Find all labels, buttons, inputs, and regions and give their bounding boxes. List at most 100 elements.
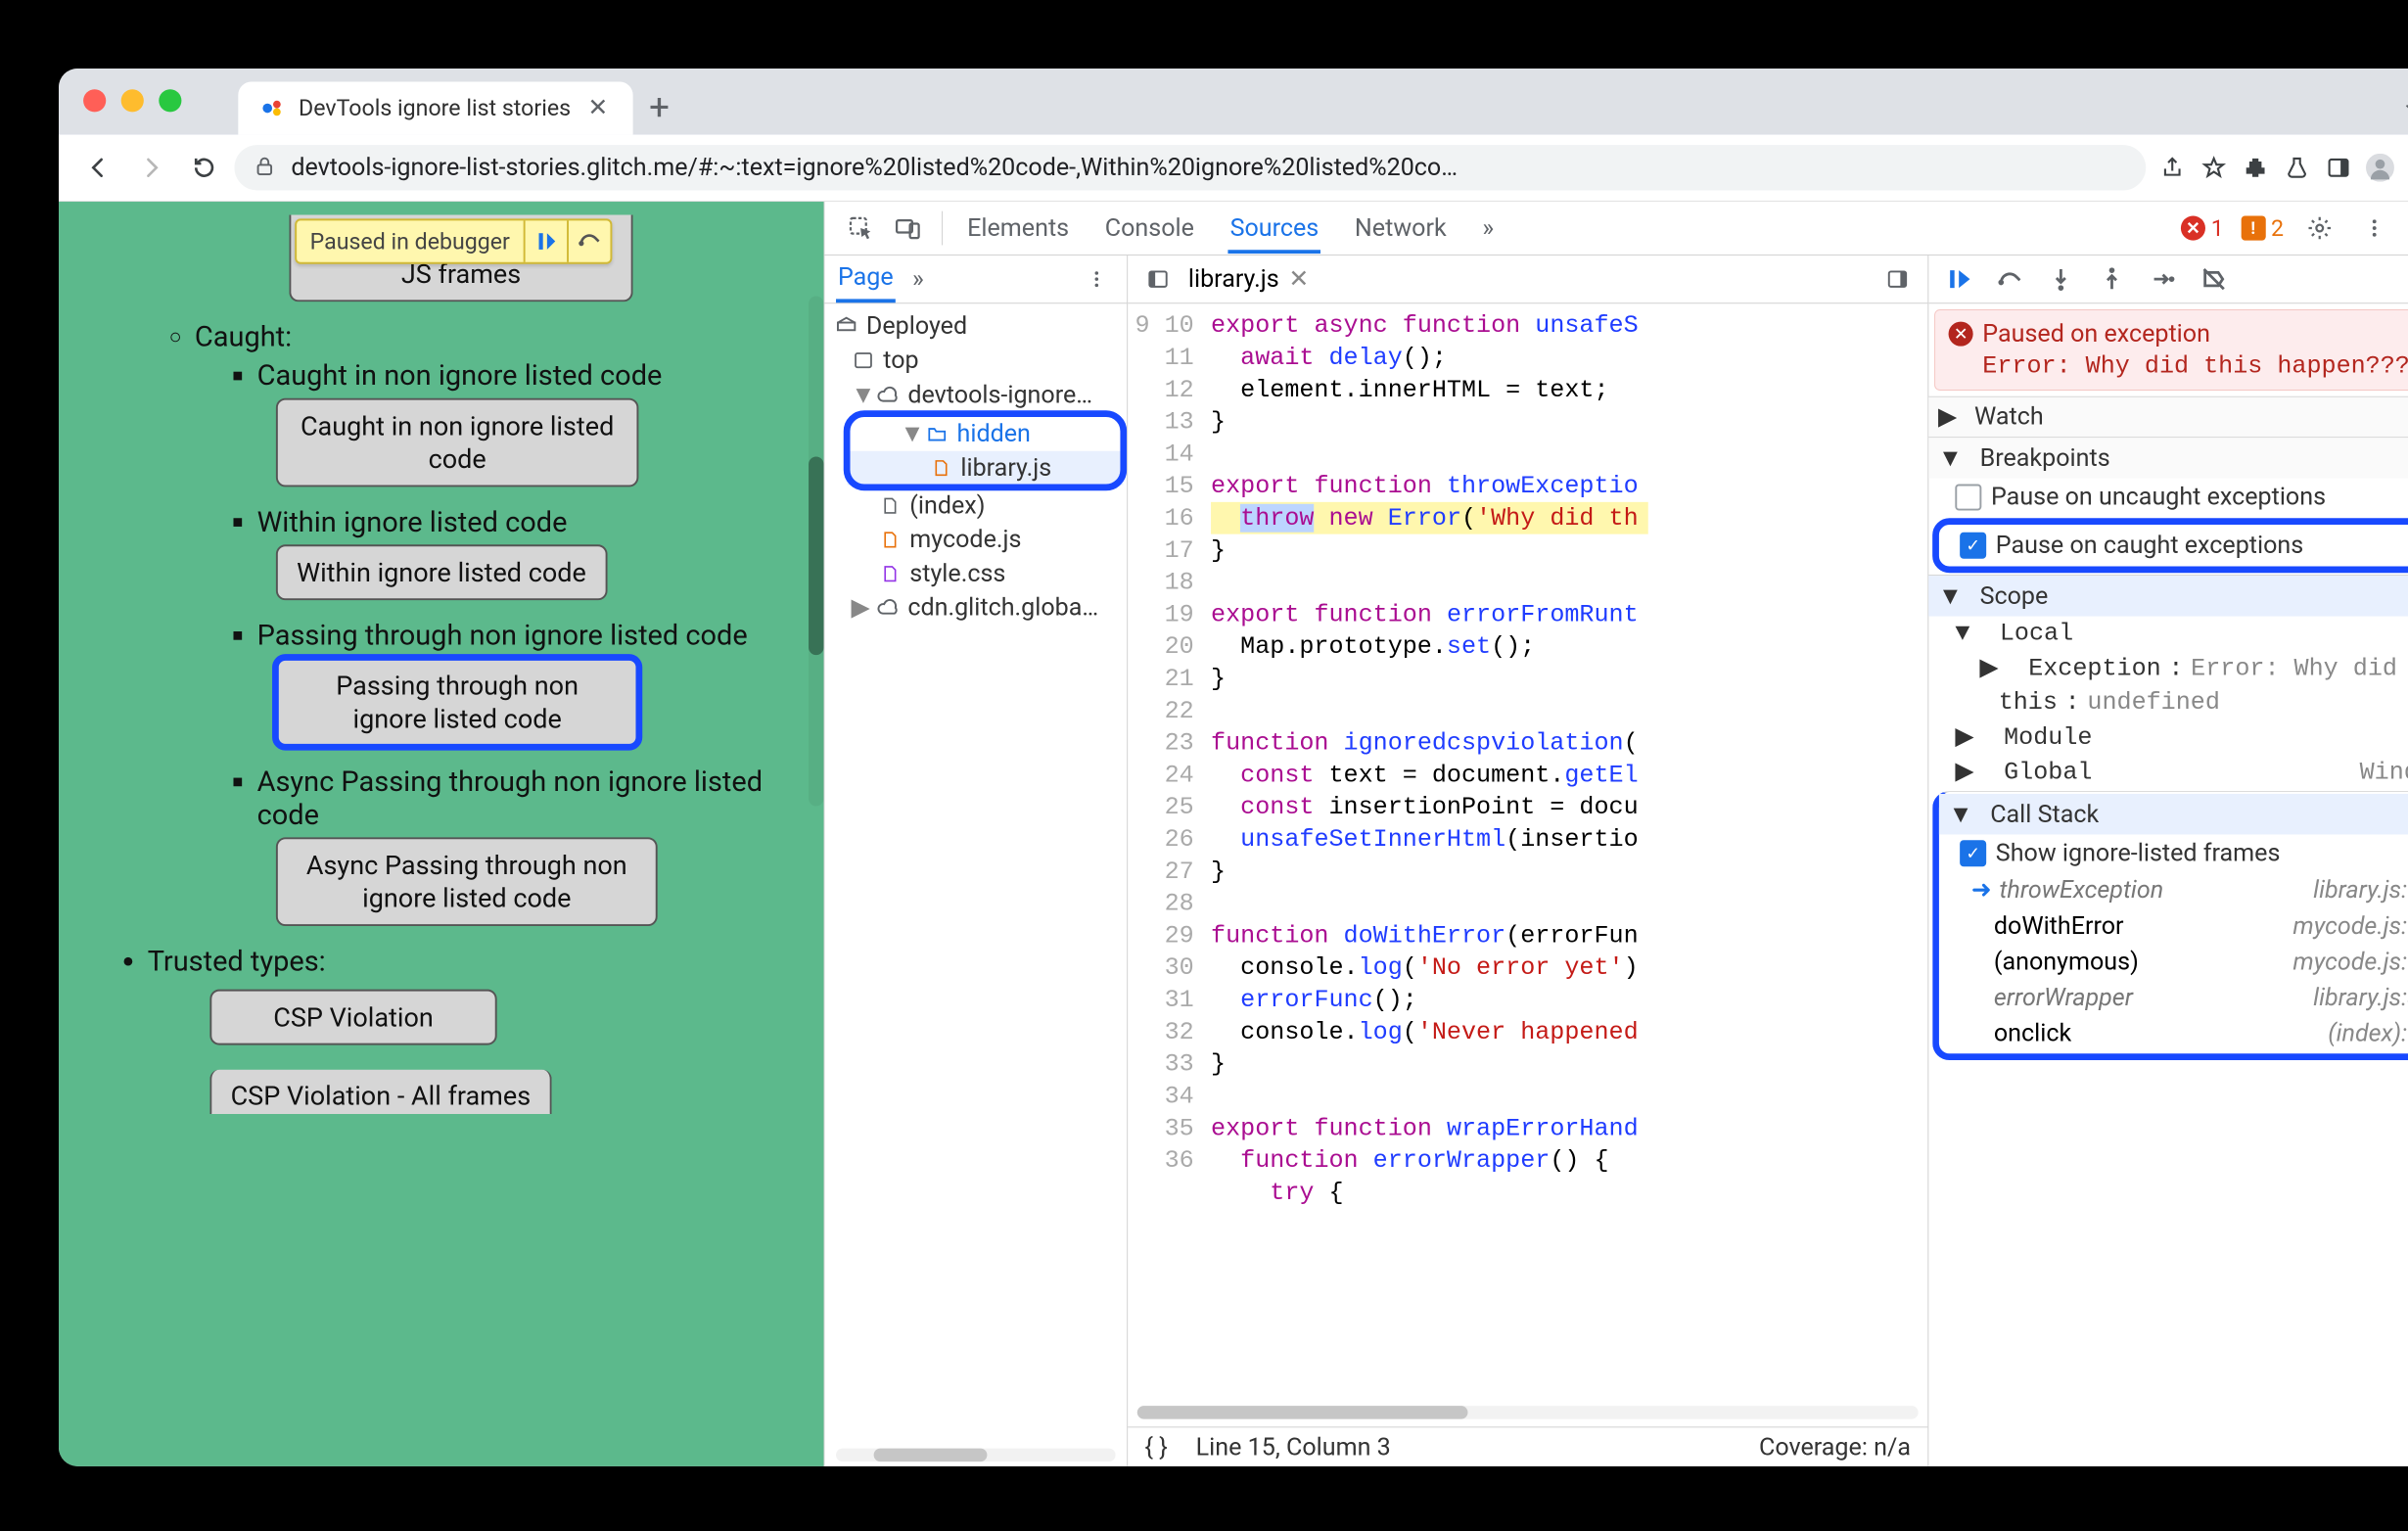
editor-status-bar: { } Line 15, Column 3 Coverage: n/a bbox=[1128, 1426, 1927, 1466]
minimize-window-button[interactable] bbox=[121, 89, 144, 112]
side-panel-button[interactable] bbox=[2320, 149, 2358, 187]
chrome-menu-button[interactable] bbox=[2403, 149, 2408, 187]
nav-tabs-overflow[interactable]: » bbox=[912, 265, 924, 294]
call-stack-frame[interactable]: errorWrapperlibrary.js:37 bbox=[1939, 980, 2408, 1016]
tree-item-mycode[interactable]: mycode.js bbox=[824, 523, 1127, 557]
editor-tab-library[interactable]: library.js ✕ bbox=[1188, 265, 1309, 294]
warning-count[interactable]: !2 bbox=[2241, 215, 2284, 242]
scope-module[interactable]: ▶ Module bbox=[1928, 719, 2408, 755]
step-into-icon[interactable] bbox=[2046, 264, 2076, 295]
close-window-button[interactable] bbox=[83, 89, 106, 112]
maximize-window-button[interactable] bbox=[159, 89, 181, 112]
tree-item-stylecss[interactable]: style.css bbox=[824, 557, 1127, 591]
scope-local[interactable]: ▼ Local bbox=[1928, 617, 2408, 651]
tree-item-deployed[interactable]: Deployed bbox=[824, 309, 1127, 344]
highlighted-bp-caught: ✓ Pause on caught exceptions bbox=[1932, 518, 2408, 573]
step-over-icon[interactable] bbox=[1995, 264, 2025, 295]
forward-button[interactable] bbox=[128, 145, 173, 190]
bookmark-button[interactable] bbox=[2195, 149, 2233, 187]
step-out-icon[interactable] bbox=[2097, 264, 2127, 295]
show-ignored-frames-row[interactable]: ✓ Show ignore-listed frames bbox=[1939, 834, 2408, 872]
css-file-icon bbox=[877, 562, 902, 586]
checkbox-checked-icon[interactable]: ✓ bbox=[1960, 840, 1986, 866]
nav-tab-page[interactable]: Page bbox=[836, 255, 896, 302]
pretty-print-icon[interactable]: { } bbox=[1145, 1433, 1168, 1461]
page-button-async-passing[interactable]: Async Passing through non ignore listed … bbox=[276, 837, 658, 926]
bp-uncaught-row[interactable]: Pause on uncaught exceptions bbox=[1928, 479, 2408, 517]
page-button-csp-violation[interactable]: CSP Violation bbox=[209, 990, 496, 1045]
toggle-debugger-icon[interactable] bbox=[1878, 260, 1917, 299]
cloud-icon bbox=[876, 595, 901, 620]
browser-window: DevTools ignore list stories ✕ + devtool… bbox=[59, 69, 2408, 1466]
bp-caught-row[interactable]: ✓ Pause on caught exceptions bbox=[1939, 527, 2408, 565]
frame-function: throwException bbox=[1999, 876, 2163, 905]
page-button-csp-violation-all[interactable]: CSP Violation - All frames bbox=[209, 1070, 551, 1114]
paused-title: Paused on exception bbox=[1982, 320, 2210, 348]
resume-button[interactable] bbox=[523, 220, 566, 261]
profile-button[interactable] bbox=[2361, 149, 2399, 187]
page-button-passing-through[interactable]: Passing through non ignore listed code bbox=[276, 658, 638, 747]
callstack-section-header[interactable]: ▼ Call Stack bbox=[1939, 794, 2408, 834]
close-file-icon[interactable]: ✕ bbox=[1288, 265, 1309, 294]
call-stack-frame[interactable]: (anonymous)mycode.js:89 bbox=[1939, 944, 2408, 980]
browser-tab-active[interactable]: DevTools ignore list stories ✕ bbox=[238, 82, 632, 135]
settings-icon[interactable] bbox=[2300, 209, 2339, 248]
scope-section-header[interactable]: ▼ Scope bbox=[1928, 576, 2408, 616]
page-button-within-ignore[interactable]: Within ignore listed code bbox=[276, 544, 607, 600]
deactivate-breakpoints-icon[interactable] bbox=[2199, 264, 2229, 295]
device-toolbar-icon[interactable] bbox=[889, 209, 927, 248]
new-tab-button[interactable]: + bbox=[633, 82, 686, 135]
tree-item-library-js[interactable]: library.js bbox=[848, 451, 1124, 486]
toggle-navigator-icon[interactable] bbox=[1139, 260, 1178, 299]
close-tab-button[interactable]: ✕ bbox=[584, 94, 613, 122]
call-stack-frame[interactable]: ➜throwExceptionlibrary.js:15 bbox=[1939, 872, 2408, 908]
checkbox-unchecked-icon[interactable] bbox=[1955, 485, 1981, 511]
more-menu-icon[interactable] bbox=[2355, 209, 2393, 248]
error-count[interactable]: ✕1 bbox=[2181, 215, 2224, 242]
frame-function: doWithError bbox=[1994, 912, 2124, 941]
address-bar[interactable]: devtools-ignore-list-stories.glitch.me/#… bbox=[234, 145, 2146, 190]
devtools-top-bar: Elements Console Sources Network » ✕1 !2 bbox=[824, 202, 2408, 255]
checkbox-checked-icon[interactable]: ✓ bbox=[1960, 533, 1986, 559]
tab-elements[interactable]: Elements bbox=[965, 203, 1071, 254]
scope-exception[interactable]: ▶ Exception: Error: Why did t… bbox=[1928, 650, 2408, 685]
content-area: Paused in debugger WebAssembly trap - no… bbox=[59, 202, 2408, 1466]
page-scrollbar[interactable] bbox=[809, 297, 823, 807]
paused-message: Error: Why did this happen???? bbox=[1949, 351, 2408, 380]
tabs-overflow-button[interactable] bbox=[2385, 82, 2408, 135]
watch-section-header[interactable]: ▶ Watch bbox=[1928, 397, 2408, 438]
tree-item-cdn[interactable]: ▶ cdn.glitch.globa… bbox=[824, 591, 1127, 626]
code-area[interactable]: export async function unsafeS await dela… bbox=[1203, 303, 1927, 1406]
tabs-overflow-button[interactable]: » bbox=[1480, 203, 1496, 254]
pause-banner-text: Paused in debugger bbox=[297, 228, 523, 255]
reload-button[interactable] bbox=[181, 145, 226, 190]
tree-item-index[interactable]: (index) bbox=[824, 488, 1127, 523]
step-icon[interactable] bbox=[2148, 264, 2178, 295]
nav-horizontal-scrollbar[interactable] bbox=[836, 1449, 1116, 1462]
browser-toolbar: devtools-ignore-list-stories.glitch.me/#… bbox=[59, 135, 2408, 203]
extensions-button[interactable] bbox=[2237, 149, 2275, 187]
share-button[interactable] bbox=[2153, 149, 2192, 187]
highlighted-hidden-folder: ▼ hidden library.js bbox=[848, 414, 1124, 487]
call-stack-frame[interactable]: onclick(index):83 bbox=[1939, 1016, 2408, 1052]
labs-button[interactable] bbox=[2278, 149, 2316, 187]
resume-icon[interactable] bbox=[1944, 264, 1974, 295]
inspect-element-icon[interactable] bbox=[842, 209, 880, 248]
nav-more-icon[interactable] bbox=[1078, 260, 1116, 299]
tab-console[interactable]: Console bbox=[1103, 203, 1196, 254]
call-stack-frame[interactable]: doWithErrormycode.js:18 bbox=[1939, 908, 2408, 945]
scope-global[interactable]: ▶ GlobalWindow bbox=[1928, 754, 2408, 789]
tree-item-top[interactable]: top bbox=[824, 344, 1127, 378]
tab-sources[interactable]: Sources bbox=[1228, 203, 1321, 254]
tab-network[interactable]: Network bbox=[1353, 203, 1449, 254]
back-button[interactable] bbox=[75, 145, 120, 190]
page-button-caught-nonignore[interactable]: Caught in non ignore listed code bbox=[276, 398, 638, 487]
editor-horizontal-scrollbar[interactable] bbox=[1137, 1406, 1919, 1419]
tree-item-hidden-folder[interactable]: ▼ hidden bbox=[848, 416, 1124, 451]
breakpoints-section-header[interactable]: ▼ Breakpoints bbox=[1928, 438, 2408, 478]
url-text: devtools-ignore-list-stories.glitch.me/#… bbox=[291, 154, 2127, 182]
tree-item-origin[interactable]: ▼ devtools-ignore… bbox=[824, 377, 1127, 412]
list-item: Within ignore listed code Within ignore … bbox=[257, 506, 824, 614]
step-over-button[interactable] bbox=[567, 220, 610, 261]
list-item: Async Passing through non ignore listed … bbox=[257, 766, 824, 940]
